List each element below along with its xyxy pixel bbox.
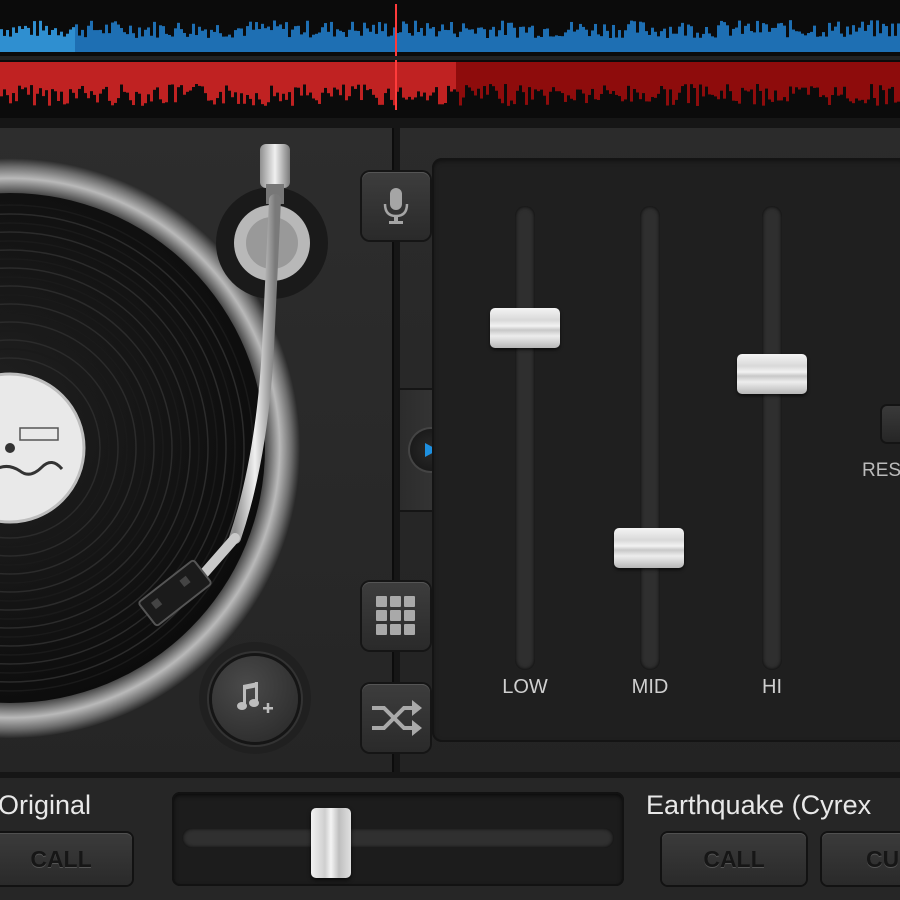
crossfader-track[interactable] <box>182 828 614 848</box>
right-call-button[interactable]: CALL <box>662 833 806 885</box>
eq-low-label: LOW <box>502 676 548 698</box>
spindle <box>5 443 15 453</box>
left-track-title: Original <box>0 790 92 820</box>
music-note-add-icon <box>237 682 273 713</box>
eq-reset-button[interactable] <box>882 406 900 442</box>
tonearm-counterweight <box>260 144 290 188</box>
eq-reset-label: RES <box>862 460 900 481</box>
eq-low-knob[interactable] <box>490 307 560 348</box>
turntable[interactable] <box>0 128 392 772</box>
eq-hi-label: HI <box>762 676 782 698</box>
shuffle-icon <box>372 700 422 736</box>
eq-hi-track[interactable] <box>762 206 782 670</box>
microphone-button[interactable] <box>362 172 430 240</box>
add-music-button[interactable] <box>212 656 298 742</box>
eq-mid-knob[interactable] <box>614 528 684 569</box>
grid-icon <box>376 596 415 635</box>
right-cue-button[interactable]: CU <box>822 833 900 885</box>
waveform-svg[interactable] <box>0 0 900 118</box>
eq-mid-label: MID <box>631 676 669 698</box>
waveform-overview[interactable] <box>0 0 900 118</box>
microphone-icon <box>383 188 409 224</box>
pads-button[interactable] <box>362 582 430 650</box>
eq-low-track[interactable] <box>515 206 535 670</box>
left-call-button[interactable]: CALL <box>0 833 132 885</box>
eq-mid-track[interactable] <box>640 206 660 670</box>
eq-hi-knob[interactable] <box>737 354 807 395</box>
right-track-title: Earthquake (Cyrex <box>646 790 872 820</box>
shuffle-button[interactable] <box>362 684 430 752</box>
crossfader-knob[interactable] <box>311 808 352 878</box>
eq-panel <box>432 158 900 742</box>
